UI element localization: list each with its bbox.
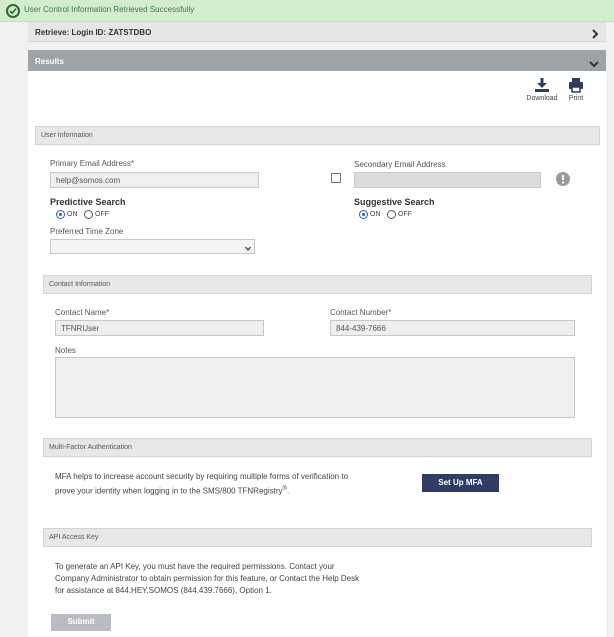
chevron-right-icon[interactable] (591, 26, 599, 44)
contact-name-label: Contact Name* (55, 308, 110, 317)
api-line-2: Company Administrator to obtain permissi… (55, 574, 360, 583)
suggestive-on-radio[interactable] (359, 210, 368, 219)
print-button[interactable]: Print (564, 77, 588, 102)
mfa-header: Multi-Factor Authentication (43, 438, 592, 457)
predictive-off-label: OFF (95, 211, 109, 218)
api-description: To generate an API Key, you must have th… (55, 561, 435, 597)
download-button[interactable]: Download (522, 77, 562, 102)
warning-icon (556, 172, 570, 191)
user-info-title: User Information (41, 132, 93, 139)
api-header: API Access Key (43, 528, 592, 547)
suggestive-search-label: Suggestive Search (354, 197, 435, 207)
results-title: Results (35, 57, 64, 66)
secondary-email-field[interactable] (354, 172, 541, 188)
api-title: API Access Key (49, 534, 99, 541)
primary-email-label: Primary Email Address* (50, 159, 135, 168)
mfa-line-2: prove your identity when logging in to t… (55, 483, 415, 498)
notes-textarea[interactable] (55, 357, 575, 418)
contact-number-label: Contact Number* (330, 308, 392, 317)
user-info-header: User Information (35, 126, 600, 145)
retrieve-title: Retrieve: Login ID: ZATSTDBO (35, 28, 152, 37)
api-line-3: for assistance at 844.HEY.SOMOS (844.439… (55, 586, 272, 595)
mfa-description: MFA helps to increase account security b… (55, 471, 415, 498)
results-accordion[interactable]: Results (28, 50, 606, 71)
success-banner: User Control Information Retrieved Succe… (0, 0, 614, 22)
mfa-line-2-end: . (286, 486, 290, 496)
mfa-line-2-text: prove your identity when logging in to t… (55, 486, 283, 496)
print-icon (564, 77, 588, 95)
suggestive-on-label: ON (370, 211, 381, 218)
download-label: Download (526, 95, 558, 102)
predictive-on-label: ON (67, 211, 78, 218)
submit-button[interactable]: Submit (51, 614, 111, 631)
contact-info-title: Contact Information (49, 281, 111, 288)
api-line-1: To generate an API Key, you must have th… (55, 562, 335, 571)
suggestive-off-label: OFF (398, 211, 412, 218)
suggestive-off-radio[interactable] (387, 210, 396, 219)
predictive-on-radio[interactable] (56, 210, 65, 219)
primary-email-field[interactable]: help@somos.com (50, 172, 259, 188)
results-panel (28, 71, 606, 637)
mfa-title: Multi-Factor Authentication (49, 444, 132, 451)
predictive-search-label: Predictive Search (50, 197, 126, 207)
chevron-down-icon (245, 244, 251, 253)
secondary-email-checkbox[interactable] (331, 173, 341, 183)
notes-label: Notes (55, 346, 76, 355)
timezone-select[interactable] (50, 239, 255, 254)
mfa-line-1: MFA helps to increase account security b… (55, 472, 349, 481)
contact-number-field[interactable]: 844-439-7666 (330, 320, 575, 336)
set-up-mfa-button[interactable]: Set Up MFA (422, 474, 499, 492)
contact-info-header: Contact Information (43, 275, 592, 294)
timezone-label: Preferred Time Zone (50, 227, 124, 236)
secondary-email-label: Secondary Email Address (354, 160, 446, 169)
contact-name-field[interactable]: TFNRUser (55, 320, 264, 336)
retrieve-accordion[interactable]: Retrieve: Login ID: ZATSTDBO (28, 22, 606, 42)
predictive-off-radio[interactable] (84, 210, 93, 219)
success-message: User Control Information Retrieved Succe… (24, 5, 195, 14)
checkmark-circle-icon (6, 4, 20, 18)
left-rail (0, 22, 28, 637)
print-label: Print (568, 95, 584, 102)
download-icon (522, 77, 562, 95)
